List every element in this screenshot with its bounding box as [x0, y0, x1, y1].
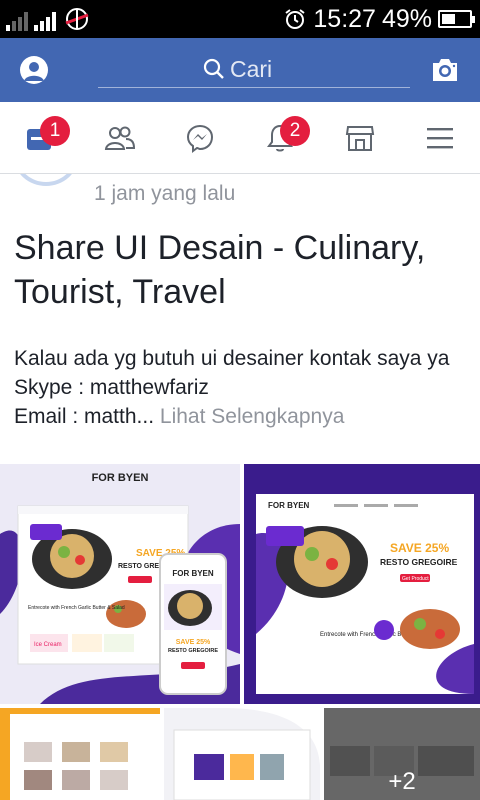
- status-bar: 15:27 49%: [0, 0, 480, 38]
- phone-offer-text: SAVE 25%: [176, 639, 211, 646]
- post-timestamp[interactable]: 1 jam yang lalu: [94, 182, 235, 206]
- tab-menu[interactable]: [400, 102, 480, 173]
- tab-messenger[interactable]: [160, 102, 240, 173]
- signal-icon-sim1: [6, 11, 28, 31]
- author-avatar[interactable]: [14, 174, 78, 186]
- app-bar: [0, 38, 480, 102]
- notifications-badge: 2: [280, 116, 310, 146]
- offer-text: SAVE 25%: [390, 541, 449, 555]
- post-title: Share UI Desain - Culinary, Tourist, Tra…: [14, 229, 426, 311]
- more-photos-count: +2: [388, 768, 416, 795]
- post-photo[interactable]: FOR BYEN SAVE 25% RESTO GREGOIRE Get Pro…: [244, 464, 480, 704]
- tab-friends[interactable]: [80, 102, 160, 173]
- camera-icon[interactable]: [430, 56, 460, 84]
- clock-text: 15:27: [313, 4, 376, 33]
- headline-text: RESTO GREGOIRE: [380, 557, 458, 567]
- status-right: 15:27 49%: [283, 4, 475, 34]
- sticker-text: Ice Cream: [34, 642, 62, 648]
- feed-post: 1 jam yang lalu Share UI Desain - Culina…: [0, 174, 480, 800]
- profile-icon[interactable]: [20, 56, 48, 84]
- search-box[interactable]: [98, 52, 410, 88]
- search-icon: [203, 58, 224, 79]
- logo-text: FOR BYEN: [92, 472, 149, 484]
- post-photo-more[interactable]: +2: [324, 708, 480, 800]
- phone-logo-text: FOR BYEN: [172, 569, 214, 578]
- data-transfer-icon: [65, 8, 89, 30]
- search-input[interactable]: [230, 54, 400, 84]
- post-body-line: Skype : matthewfariz: [14, 376, 209, 399]
- post-body-truncated: Email : matth...: [14, 405, 155, 428]
- friends-icon: [104, 126, 136, 150]
- nav-tabs: 1 2: [0, 102, 480, 174]
- see-more-link[interactable]: Lihat Selengkapnya: [160, 405, 344, 428]
- battery-percent: 49%: [381, 4, 432, 33]
- post-photo[interactable]: [164, 708, 320, 800]
- signal-icon-sim2: [34, 11, 56, 31]
- phone-headline-text: RESTO GREGOIRE: [168, 648, 218, 654]
- tab-notifications[interactable]: 2: [240, 102, 320, 173]
- tab-news-feed[interactable]: 1: [0, 102, 80, 173]
- post-body-line: Kalau ada yg butuh ui desainer kontak sa…: [14, 347, 450, 370]
- post-body: Kalau ada yg butuh ui desainer kontak sa…: [14, 344, 464, 431]
- post-photo[interactable]: [0, 708, 160, 800]
- alarm-icon: [285, 9, 305, 29]
- tab-marketplace[interactable]: [320, 102, 400, 173]
- store-icon: [345, 125, 375, 151]
- feed-badge: 1: [40, 116, 70, 146]
- status-indicators: [6, 7, 92, 31]
- messenger-icon: [186, 124, 214, 153]
- promo-text: Entrecote with French Garlic Butter & Sa…: [28, 605, 125, 611]
- logo-text: FOR BYEN: [268, 501, 310, 510]
- cta-text: Get Product: [402, 576, 429, 582]
- hamburger-icon: [427, 127, 453, 148]
- post-body-line: Email : matth... Lihat Selengkapnya: [14, 402, 464, 431]
- post-photo[interactable]: FOR BYEN SAVE 25% RESTO GREGOIRE Entreco…: [0, 464, 240, 704]
- battery-icon: [438, 10, 475, 28]
